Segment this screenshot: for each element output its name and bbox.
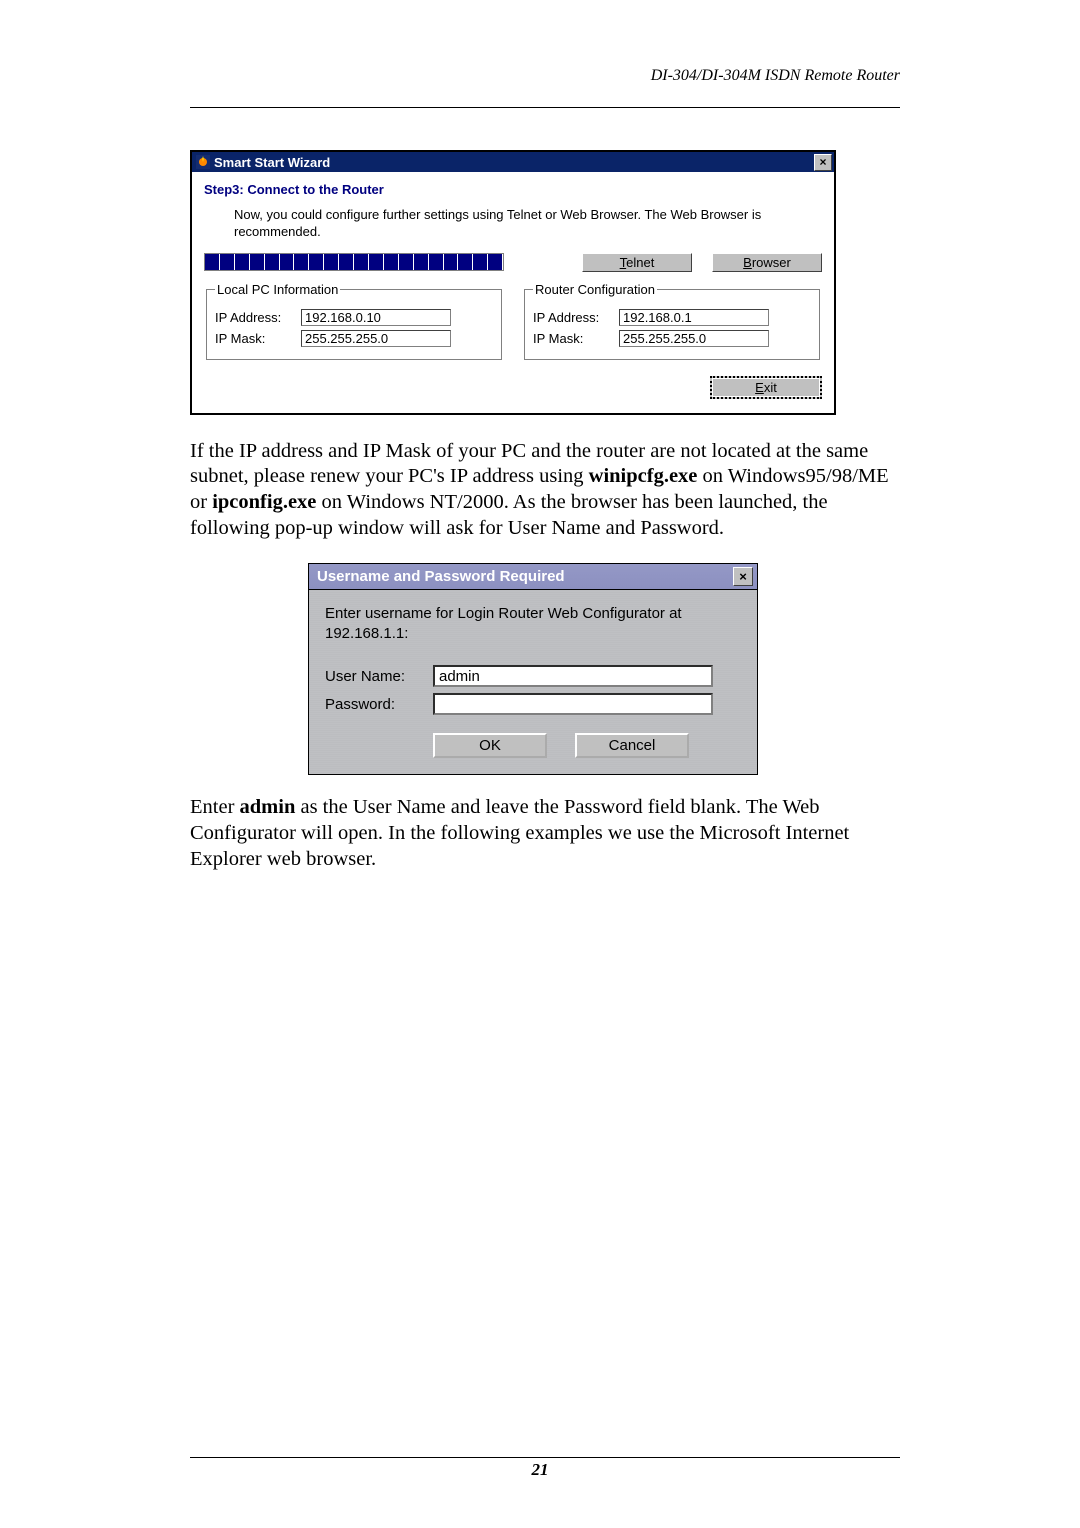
local-pc-group: Local PC Information IP Address: 192.168… xyxy=(206,282,502,360)
router-mask-label: IP Mask: xyxy=(533,331,613,346)
local-ip-label: IP Address: xyxy=(215,310,295,325)
router-mask-field[interactable]: 255.255.255.0 xyxy=(619,330,769,347)
username-field[interactable]: admin xyxy=(433,665,713,687)
close-icon[interactable]: × xyxy=(814,154,832,171)
page-number: 21 xyxy=(0,1460,1080,1480)
telnet-button[interactable]: Telnet xyxy=(582,253,692,272)
wizard-step-title: Step3: Connect to the Router xyxy=(204,182,822,197)
login-instruction: Enter username for Login Router Web Conf… xyxy=(325,604,741,643)
password-field[interactable] xyxy=(433,693,713,715)
wizard-instruction: Now, you could configure further setting… xyxy=(234,207,822,241)
wizard-titlebar: Smart Start Wizard × xyxy=(192,152,834,172)
wizard-window: Smart Start Wizard × Step3: Connect to t… xyxy=(190,150,836,415)
footer-rule xyxy=(190,1457,900,1458)
cancel-button[interactable]: Cancel xyxy=(575,733,689,758)
local-mask-field[interactable]: 255.255.255.0 xyxy=(301,330,451,347)
login-title: Username and Password Required xyxy=(317,568,565,585)
wizard-title: Smart Start Wizard xyxy=(214,155,330,170)
username-label: User Name: xyxy=(325,668,433,685)
close-icon[interactable]: × xyxy=(733,567,753,586)
login-dialog: Username and Password Required × Enter u… xyxy=(308,563,758,775)
local-mask-label: IP Mask: xyxy=(215,331,295,346)
local-pc-legend: Local PC Information xyxy=(215,282,340,297)
progress-bar xyxy=(204,253,504,271)
header-rule xyxy=(190,107,900,108)
ok-button[interactable]: OK xyxy=(433,733,547,758)
password-label: Password: xyxy=(325,696,433,713)
router-config-legend: Router Configuration xyxy=(533,282,657,297)
local-ip-field[interactable]: 192.168.0.10 xyxy=(301,309,451,326)
router-ip-label: IP Address: xyxy=(533,310,613,325)
wizard-app-icon xyxy=(196,155,210,169)
paragraph-1: If the IP address and IP Mask of your PC… xyxy=(190,439,900,542)
router-ip-field[interactable]: 192.168.0.1 xyxy=(619,309,769,326)
router-config-group: Router Configuration IP Address: 192.168… xyxy=(524,282,820,360)
exit-button[interactable]: Exit xyxy=(710,376,822,399)
page-header: DI-304/DI-304M ISDN Remote Router xyxy=(190,67,900,89)
login-titlebar: Username and Password Required × xyxy=(309,564,757,590)
paragraph-2: Enter admin as the User Name and leave t… xyxy=(190,795,900,872)
browser-button[interactable]: Browser xyxy=(712,253,822,272)
